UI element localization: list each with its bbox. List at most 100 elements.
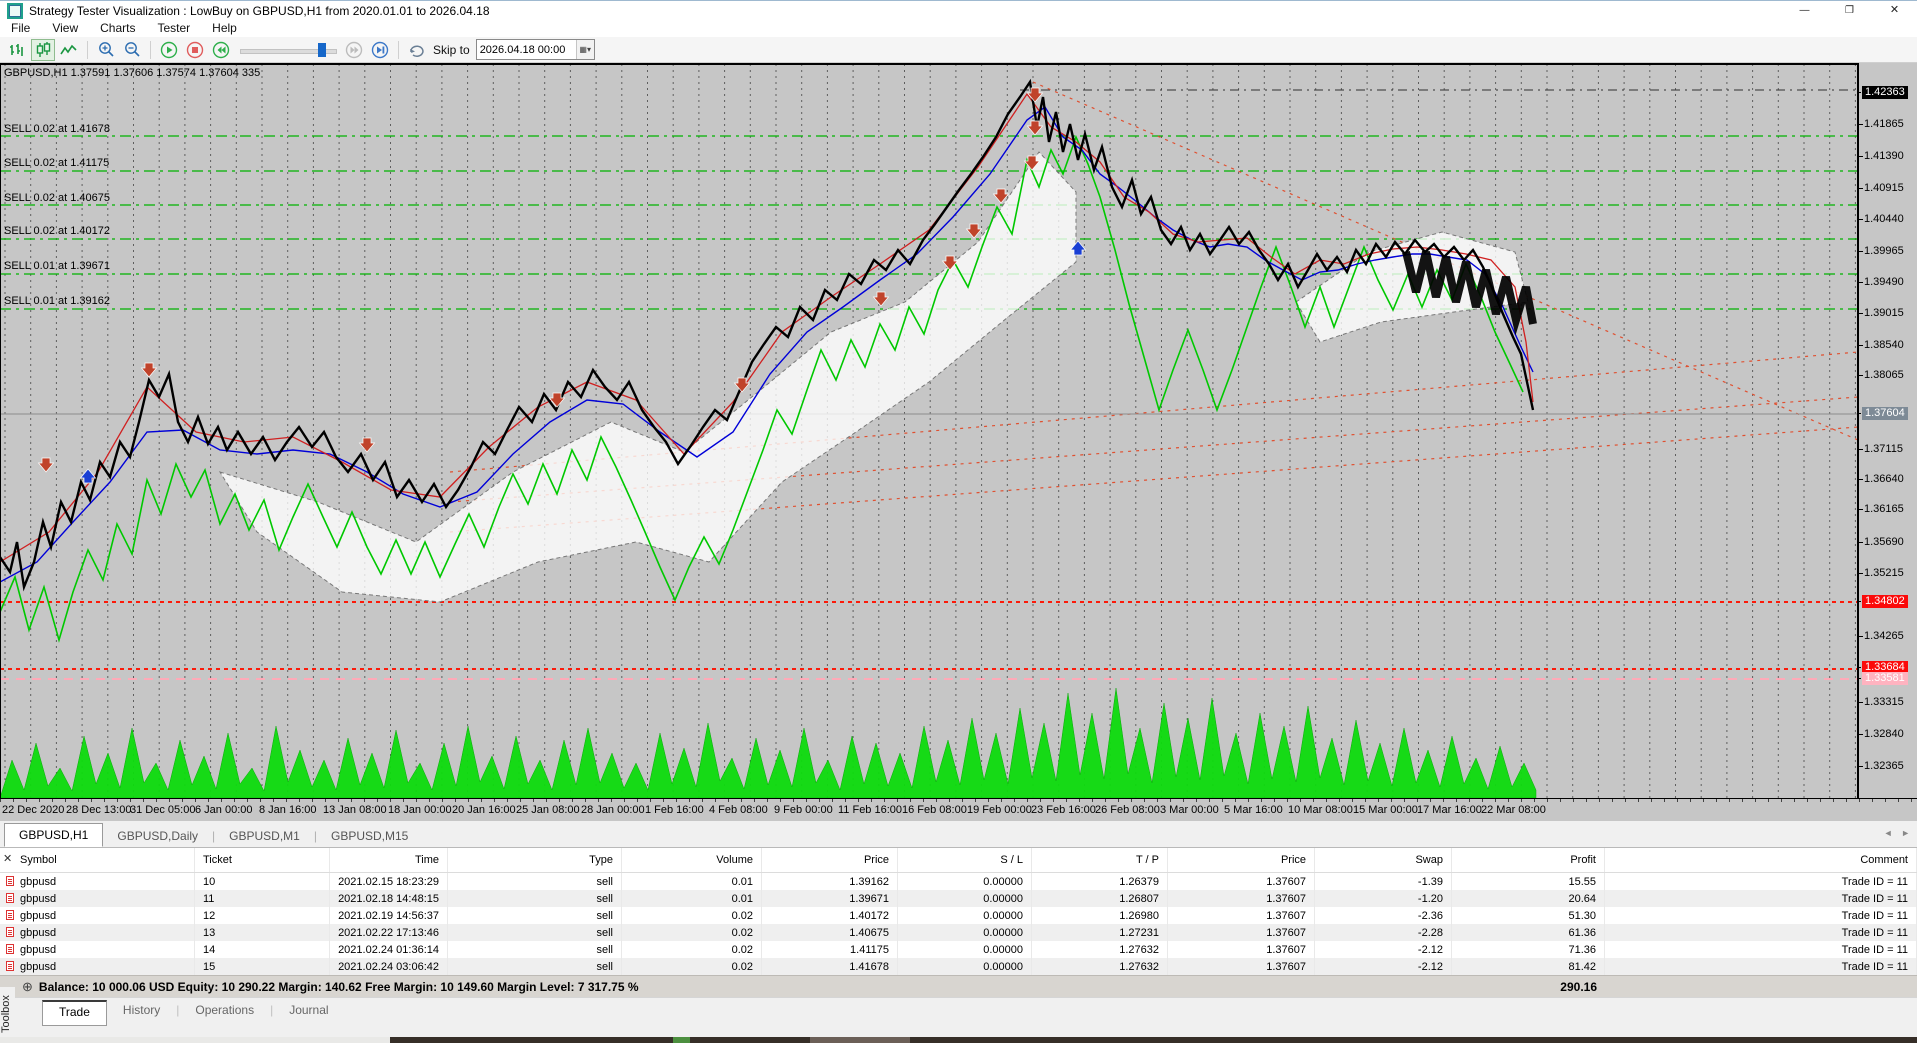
bar-chart-icon[interactable] xyxy=(5,39,29,61)
time-axis[interactable]: 22 Dec 2020 28 Dec 13:00 31 Dec 05:00 6 Jan… xyxy=(0,798,1917,821)
window-title: Strategy Tester Visualization : LowBuy o… xyxy=(29,3,490,18)
order-document-icon xyxy=(6,961,14,971)
menu-item-charts[interactable]: Charts xyxy=(89,20,146,37)
menu-item-help[interactable]: Help xyxy=(201,20,248,37)
skip-to-date-input[interactable] xyxy=(476,43,576,56)
order-document-icon xyxy=(6,893,14,903)
sell-arrow-icon xyxy=(1026,120,1044,136)
title-bar[interactable]: Strategy Tester Visualization : LowBuy o… xyxy=(0,1,1917,20)
line-chart-icon[interactable] xyxy=(57,39,81,61)
table-row[interactable]: gbpusd 12 2021.02.19 14:56:37 sell 0.02 1.401… xyxy=(0,907,1917,924)
cell-type: sell xyxy=(448,907,622,924)
time-label: 19 Feb 00:00 xyxy=(967,804,1032,816)
cell-price: 1.37607 xyxy=(1168,958,1315,975)
table-row[interactable]: gbpusd 10 2021.02.15 18:23:29 sell 0.01 1.391… xyxy=(0,873,1917,890)
cell-swap: -2.28 xyxy=(1315,924,1452,941)
menu-item-file[interactable]: File xyxy=(0,20,41,37)
ma-blue-line xyxy=(0,105,1534,583)
cell-volume: 0.02 xyxy=(622,941,762,958)
toolbox-tab-history[interactable]: History xyxy=(107,998,176,1022)
column-header-comment[interactable]: Comment xyxy=(1605,848,1917,872)
rewind-icon[interactable] xyxy=(209,39,233,61)
chart-tab-gbpusd-m1[interactable]: GBPUSD,M1 xyxy=(215,825,314,847)
time-label: 4 Feb 08:00 xyxy=(709,804,768,816)
cell-price: 1.37607 xyxy=(1168,873,1315,890)
fast-forward-icon[interactable] xyxy=(342,39,366,61)
speed-slider[interactable] xyxy=(240,41,337,59)
cell-type: sell xyxy=(448,941,622,958)
column-header-volume[interactable]: Volume xyxy=(622,848,762,872)
minimize-button[interactable]: — xyxy=(1782,1,1827,20)
cell-tp: 1.27632 xyxy=(1032,958,1168,975)
column-header-tp[interactable]: T / P xyxy=(1032,848,1168,872)
column-header-symbol[interactable]: Symbol xyxy=(0,848,195,872)
table-row[interactable]: gbpusd 11 2021.02.18 14:48:15 sell 0.01 1.396… xyxy=(0,890,1917,907)
column-header-type[interactable]: Type xyxy=(448,848,622,872)
taskbar-dark-segment xyxy=(390,1037,1917,1043)
price-chart[interactable]: GBPUSD,H1 1.37591 1.37606 1.37574 1.3760… xyxy=(0,63,1858,799)
candlestick-chart-icon[interactable] xyxy=(31,38,55,61)
stop-icon[interactable] xyxy=(183,39,207,61)
menu-item-view[interactable]: View xyxy=(41,20,89,37)
zoom-out-icon[interactable] xyxy=(120,39,144,61)
sell-order-label: SELL 0.02 at 1.40675 xyxy=(4,192,111,204)
price-label: 1.35215 xyxy=(1859,567,1904,579)
table-row[interactable]: gbpusd 15 2021.02.24 03:06:42 sell 0.02 1.416… xyxy=(0,958,1917,975)
cell-ticket: 11 xyxy=(195,890,330,907)
tab-scroll-arrows[interactable]: ◄ ► xyxy=(1884,828,1913,838)
maximize-button[interactable]: ❐ xyxy=(1827,1,1872,20)
column-header-ticket[interactable]: Ticket xyxy=(195,848,330,872)
sell-arrow-icon xyxy=(872,291,890,307)
time-label: 26 Feb 08:00 xyxy=(1095,804,1160,816)
cell-symbol: gbpusd xyxy=(0,890,195,907)
column-header-swap[interactable]: Swap xyxy=(1315,848,1452,872)
balance-summary: Balance: 10 000.06 USD Equity: 10 290.22… xyxy=(38,980,639,994)
calendar-dropdown-icon[interactable]: ▦▾ xyxy=(575,40,594,59)
cell-volume: 0.01 xyxy=(622,890,762,907)
chart-tab-gbpusd-h1[interactable]: GBPUSD,H1 xyxy=(4,823,104,847)
skip-to-end-icon[interactable] xyxy=(368,39,392,61)
toolbox-tab-journal[interactable]: Journal xyxy=(273,998,344,1022)
time-label: 22 Dec 2020 xyxy=(2,804,65,816)
taskbar-green-segment xyxy=(673,1037,690,1043)
zoom-in-icon[interactable] xyxy=(94,39,118,61)
toolbox-side-tab[interactable]: Toolbox xyxy=(0,987,15,1041)
table-row[interactable]: gbpusd 14 2021.02.24 01:36:14 sell 0.02 1.411… xyxy=(0,941,1917,958)
price-label: 1.32365 xyxy=(1859,760,1904,772)
cell-ticket: 13 xyxy=(195,924,330,941)
sell-order-label: SELL 0.01 at 1.39671 xyxy=(4,260,111,272)
price-label: 1.41865 xyxy=(1859,118,1904,130)
toolbox-tab-trade[interactable]: Trade xyxy=(42,1000,107,1026)
price-label: 1.36165 xyxy=(1859,503,1904,515)
toolbox-close-icon[interactable]: ✕ xyxy=(3,852,12,865)
close-button[interactable]: ✕ xyxy=(1872,1,1917,20)
time-label: 20 Jan 16:00 xyxy=(452,804,516,816)
cell-volume: 0.02 xyxy=(622,924,762,941)
column-header-time[interactable]: Time xyxy=(330,848,448,872)
table-row[interactable]: gbpusd 13 2021.02.22 17:13:46 sell 0.02 1.406… xyxy=(0,924,1917,941)
column-header-sl[interactable]: S / L xyxy=(898,848,1032,872)
menu-bar: File View Charts Tester Help xyxy=(0,20,1917,37)
cell-symbol: gbpusd xyxy=(0,941,195,958)
menu-item-tester[interactable]: Tester xyxy=(146,20,201,37)
balance-row: ⊕ Balance: 10 000.06 USD Equity: 10 290.… xyxy=(0,975,1917,998)
cell-profit: 20.64 xyxy=(1452,890,1605,907)
chart-tab-gbpusd-daily[interactable]: GBPUSD,Daily xyxy=(103,825,212,847)
sell-arrow-icon xyxy=(965,223,983,239)
play-icon[interactable] xyxy=(157,39,181,61)
price-axis[interactable]: 1.42363 1.41865 1.41390 1.40915 1.40440 1.399… xyxy=(1857,63,1917,798)
price-label-highlighted: 1.42363 xyxy=(1857,86,1908,99)
column-header-profit[interactable]: Profit xyxy=(1452,848,1605,872)
cell-price: 1.41175 xyxy=(762,941,898,958)
column-header-price[interactable]: Price xyxy=(1168,848,1315,872)
price-label: 1.36640 xyxy=(1859,473,1904,485)
column-header-price[interactable]: Price xyxy=(762,848,898,872)
profit-total: 290.16 xyxy=(1560,980,1597,994)
chart-canvas[interactable] xyxy=(0,64,1858,799)
speed-slider-handle[interactable] xyxy=(318,42,326,57)
cell-comment: Trade ID = 11 xyxy=(1605,890,1917,907)
cell-comment: Trade ID = 11 xyxy=(1605,907,1917,924)
chart-tab-gbpusd-m15[interactable]: GBPUSD,M15 xyxy=(317,825,422,847)
skip-refresh-icon[interactable] xyxy=(405,39,429,61)
toolbox-tab-operations[interactable]: Operations xyxy=(179,998,270,1022)
